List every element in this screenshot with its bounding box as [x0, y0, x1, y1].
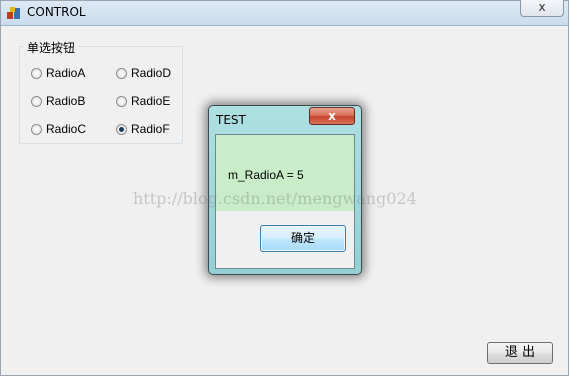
radio-d[interactable]: RadioD: [116, 65, 171, 81]
radio-button-icon: [116, 95, 127, 107]
radio-button-icon: [31, 67, 42, 79]
title-bar[interactable]: CONTROL: [1, 1, 568, 26]
dialog-message-area: m_RadioA = 5: [216, 135, 354, 211]
radio-button-checked-icon: [116, 123, 127, 135]
radio-c[interactable]: RadioC: [31, 121, 86, 137]
dialog-message: m_RadioA = 5: [228, 168, 304, 182]
radio-b[interactable]: RadioB: [31, 93, 85, 109]
radio-button-icon: [31, 95, 42, 107]
message-dialog: TEST x m_RadioA = 5 确定: [208, 105, 362, 275]
radio-f[interactable]: RadioF: [116, 121, 170, 137]
window-title: CONTROL: [27, 5, 86, 19]
radio-button-icon: [31, 123, 42, 135]
dialog-close-button[interactable]: x: [309, 107, 355, 125]
dialog-title: TEST: [216, 113, 246, 127]
exit-button[interactable]: 退 出: [487, 342, 553, 364]
radio-label: RadioB: [46, 94, 86, 108]
radio-label: RadioE: [131, 94, 171, 108]
close-icon: x: [328, 109, 336, 123]
dialog-client-area: m_RadioA = 5 确定: [215, 134, 355, 269]
radio-a[interactable]: RadioA: [31, 65, 85, 81]
radio-label: RadioC: [46, 122, 87, 136]
close-icon: x: [538, 0, 546, 14]
radio-e[interactable]: RadioE: [116, 93, 170, 109]
radio-label: RadioF: [131, 122, 170, 136]
radio-label: RadioD: [131, 66, 172, 80]
radio-label: RadioA: [46, 66, 86, 80]
ok-button[interactable]: 确定: [260, 225, 346, 252]
window-close-button[interactable]: x: [520, 0, 564, 17]
app-icon: [7, 7, 20, 19]
groupbox-label: 单选按钮: [24, 39, 79, 56]
radio-button-icon: [116, 67, 127, 79]
